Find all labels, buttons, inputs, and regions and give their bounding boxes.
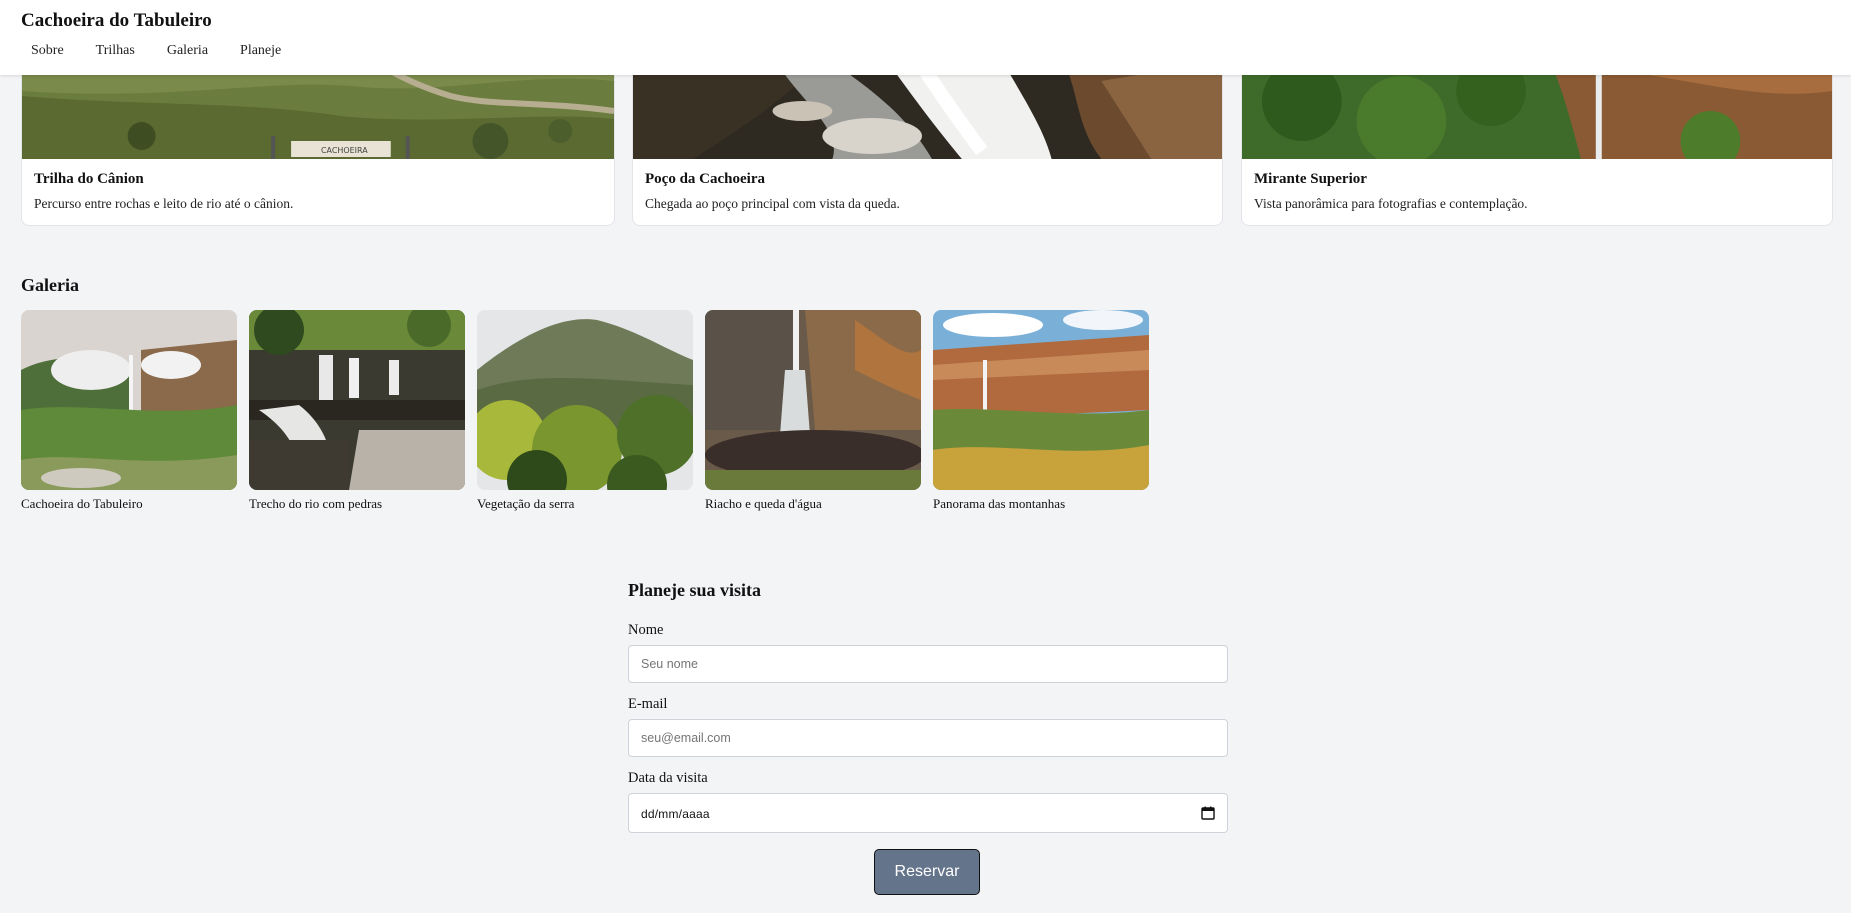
gallery-photo — [249, 310, 465, 490]
gallery-item[interactable]: Cachoeira do Tabuleiro — [21, 310, 237, 512]
trail-title: Poço da Cachoeira — [645, 171, 765, 187]
gallery-photo — [477, 310, 693, 490]
gallery-photo — [21, 310, 237, 490]
gallery-photo — [705, 310, 921, 490]
trail-title: Trilha do Cânion — [34, 171, 144, 187]
site-header: Cachoeira do Tabuleiro Sobre Trilhas Gal… — [0, 0, 1851, 75]
trail-sign-text: CACHOEIRA — [321, 146, 368, 155]
name-input[interactable] — [628, 645, 1228, 683]
gallery-caption: Riacho e queda d'água — [705, 496, 822, 511]
date-placeholder: dd/mm/aaaa — [641, 807, 710, 821]
email-label: E-mail — [628, 696, 668, 712]
gallery-caption: Trecho do rio com pedras — [249, 496, 383, 511]
trail-description: Percurso entre rochas e leito de rio até… — [34, 196, 294, 211]
gallery-caption: Cachoeira do Tabuleiro — [21, 496, 143, 511]
gallery-caption: Vegetação da serra — [477, 496, 575, 511]
nav-link-galeria[interactable]: Galeria — [157, 43, 218, 59]
form-heading: Planeje sua visita — [628, 580, 761, 600]
gallery-item[interactable]: Riacho e queda d'água — [705, 310, 921, 512]
reserve-button[interactable]: Reservar — [874, 849, 980, 895]
trail-description: Vista panorâmica para fotografias e cont… — [1254, 196, 1528, 211]
date-input[interactable]: dd/mm/aaaa — [628, 793, 1228, 833]
gallery-item[interactable]: Vegetação da serra — [477, 310, 693, 512]
nav-link-sobre[interactable]: Sobre — [21, 43, 74, 59]
main-nav: Sobre Trilhas Galeria Planeje — [21, 43, 303, 59]
trail-title: Mirante Superior — [1254, 171, 1367, 187]
gallery-heading: Galeria — [21, 275, 79, 295]
site-title: Cachoeira do Tabuleiro — [21, 10, 212, 31]
trail-description: Chegada ao poço principal com vista da q… — [645, 196, 900, 211]
nav-link-planeje[interactable]: Planeje — [230, 43, 291, 59]
name-label: Nome — [628, 622, 664, 638]
email-input[interactable] — [628, 719, 1228, 757]
gallery-photo — [933, 310, 1149, 490]
gallery-item[interactable]: Panorama das montanhas — [933, 310, 1149, 512]
gallery-caption: Panorama das montanhas — [933, 496, 1066, 511]
date-label: Data da visita — [628, 770, 708, 786]
calendar-icon[interactable] — [1201, 806, 1215, 820]
gallery-item[interactable]: Trecho do rio com pedras — [249, 310, 465, 512]
nav-link-trilhas[interactable]: Trilhas — [86, 43, 145, 59]
